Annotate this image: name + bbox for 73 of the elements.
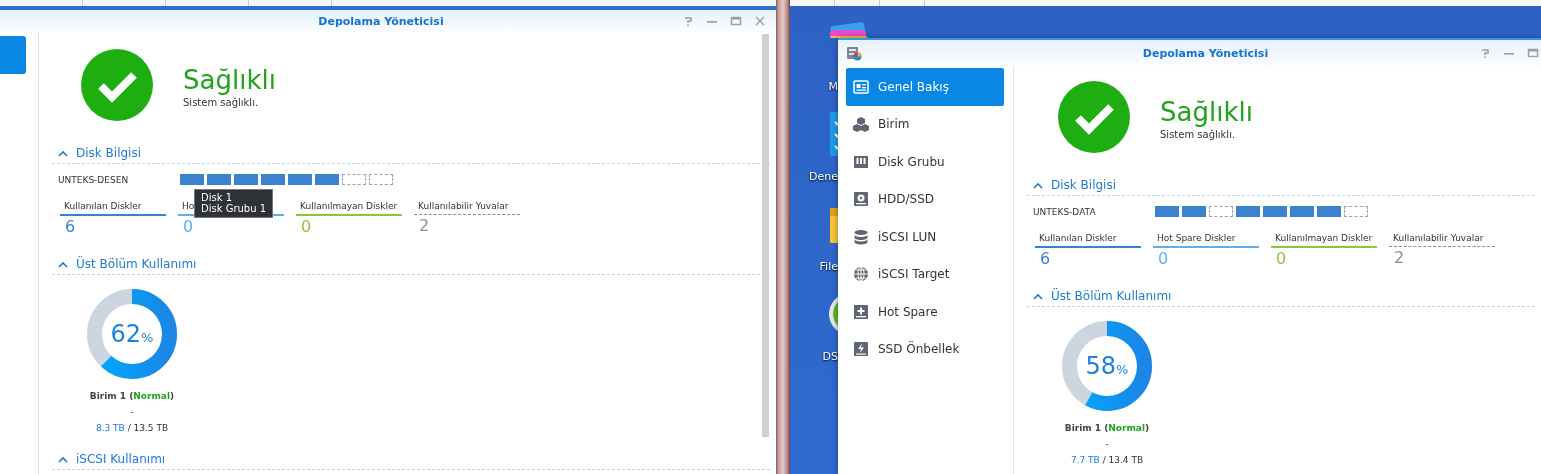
stat-label: Kullanılmayan Diskler: [296, 201, 402, 216]
tooltip-text: Disk 1: [201, 192, 234, 203]
stat-value: 0: [1275, 248, 1288, 270]
disk-slot[interactable]: [1344, 206, 1368, 217]
window-title: Depolama Yöneticisi: [317, 14, 445, 28]
desktop-icon-label[interactable]: DS: [822, 350, 838, 363]
section-title[interactable]: Üst Bölüm Kullanımı: [76, 257, 197, 271]
status-title: Sağlıklı: [1160, 97, 1253, 127]
status-title: Sağlıklı: [183, 65, 276, 95]
stat-label: Kullanılan Diskler: [60, 201, 166, 216]
stat-label: Kullanılabilir Yuvalar: [414, 201, 520, 215]
scrollbar[interactable]: [762, 34, 769, 437]
close-icon[interactable]: [754, 15, 766, 27]
desktop-icon-label[interactable]: M: [828, 80, 838, 93]
dash-text: -: [130, 407, 134, 417]
globe-icon: [853, 266, 869, 283]
stat-value: 6: [64, 216, 77, 238]
chevron-icon[interactable]: [1033, 181, 1043, 189]
stat-label: Kullanılan Diskler: [1035, 233, 1141, 248]
capacity-text: 7.7 TB / 13.4 TB: [1070, 455, 1144, 465]
section-title[interactable]: Disk Bilgisi: [1051, 178, 1117, 192]
lightning-icon: [853, 341, 869, 358]
chevron-icon[interactable]: [58, 149, 68, 157]
stat-value: 2: [418, 215, 431, 237]
server-name: UNTEKS-DATA: [1033, 206, 1097, 217]
chevron-icon[interactable]: [1033, 292, 1043, 300]
status-subtitle: Sistem sağlıklı.: [1160, 129, 1237, 140]
stat-value: 0: [182, 216, 195, 238]
cubes-icon: [853, 116, 869, 133]
sidebar-item[interactable]: Hot Spare: [846, 293, 1004, 331]
id-card-icon: [853, 78, 869, 95]
disk-group-icon: [853, 153, 869, 170]
sidebar-item[interactable]: iSCSI LUN: [846, 218, 1004, 256]
hard-drive-icon: [853, 191, 869, 208]
stat-value: 0: [1157, 248, 1170, 270]
sidebar-item[interactable]: SSD Önbellek: [846, 330, 1004, 368]
chevron-icon[interactable]: [58, 455, 68, 463]
section-title[interactable]: iSCSI Kullanımı: [76, 452, 166, 466]
status-subtitle: Sistem sağlıklı.: [183, 97, 260, 108]
usage-percent: 58%: [1085, 352, 1129, 380]
tooltip-text: Disk Grubu 1: [201, 203, 267, 214]
stat-label: Hot Spare Diskler: [1153, 233, 1259, 248]
sidebar-item[interactable]: Disk Grubu: [846, 143, 1004, 181]
stat-label: Kullanılmayan Diskler: [1271, 233, 1377, 248]
usage-percent: 62%: [110, 320, 154, 348]
disk-slot[interactable]: [1209, 206, 1233, 217]
volume-label: Birim 1 (Normal): [89, 391, 175, 401]
stat-label: Kullanılabilir Yuvalar: [1389, 233, 1495, 247]
server-name: UNTEKS-DESEN: [58, 174, 130, 185]
section-title[interactable]: Üst Bölüm Kullanımı: [1051, 289, 1172, 303]
desktop-icon-label[interactable]: File: [819, 260, 838, 273]
plus-box-icon: [853, 303, 869, 320]
help-icon[interactable]: [1479, 47, 1491, 59]
volume-label: Birim 1 (Normal): [1064, 423, 1150, 433]
window-title: Depolama Yöneticisi: [1141, 46, 1270, 60]
disk-slot[interactable]: [369, 174, 393, 185]
maximize-icon[interactable]: [1527, 47, 1539, 59]
stat-value: 2: [1393, 247, 1406, 269]
help-icon[interactable]: [682, 15, 694, 27]
disk-slot[interactable]: [342, 174, 366, 185]
sidebar-item[interactable]: HDD/SSD: [846, 180, 1004, 218]
stat-value: 6: [1039, 248, 1052, 270]
sidebar-item[interactable]: Genel Bakış: [846, 68, 1004, 106]
sidebar-item[interactable]: iSCSI Target: [846, 255, 1004, 293]
sidebar-item[interactable]: Birim: [846, 105, 1004, 143]
maximize-icon[interactable]: [730, 15, 742, 27]
stat-value: 0: [300, 216, 313, 238]
dash-text: -: [1105, 439, 1109, 449]
capacity-text: 8.3 TB / 13.5 TB: [95, 423, 169, 433]
desktop-icon-label[interactable]: Dene: [809, 170, 838, 183]
chevron-icon[interactable]: [58, 260, 68, 268]
section-title[interactable]: Disk Bilgisi: [76, 146, 142, 160]
database-icon: [853, 228, 869, 245]
